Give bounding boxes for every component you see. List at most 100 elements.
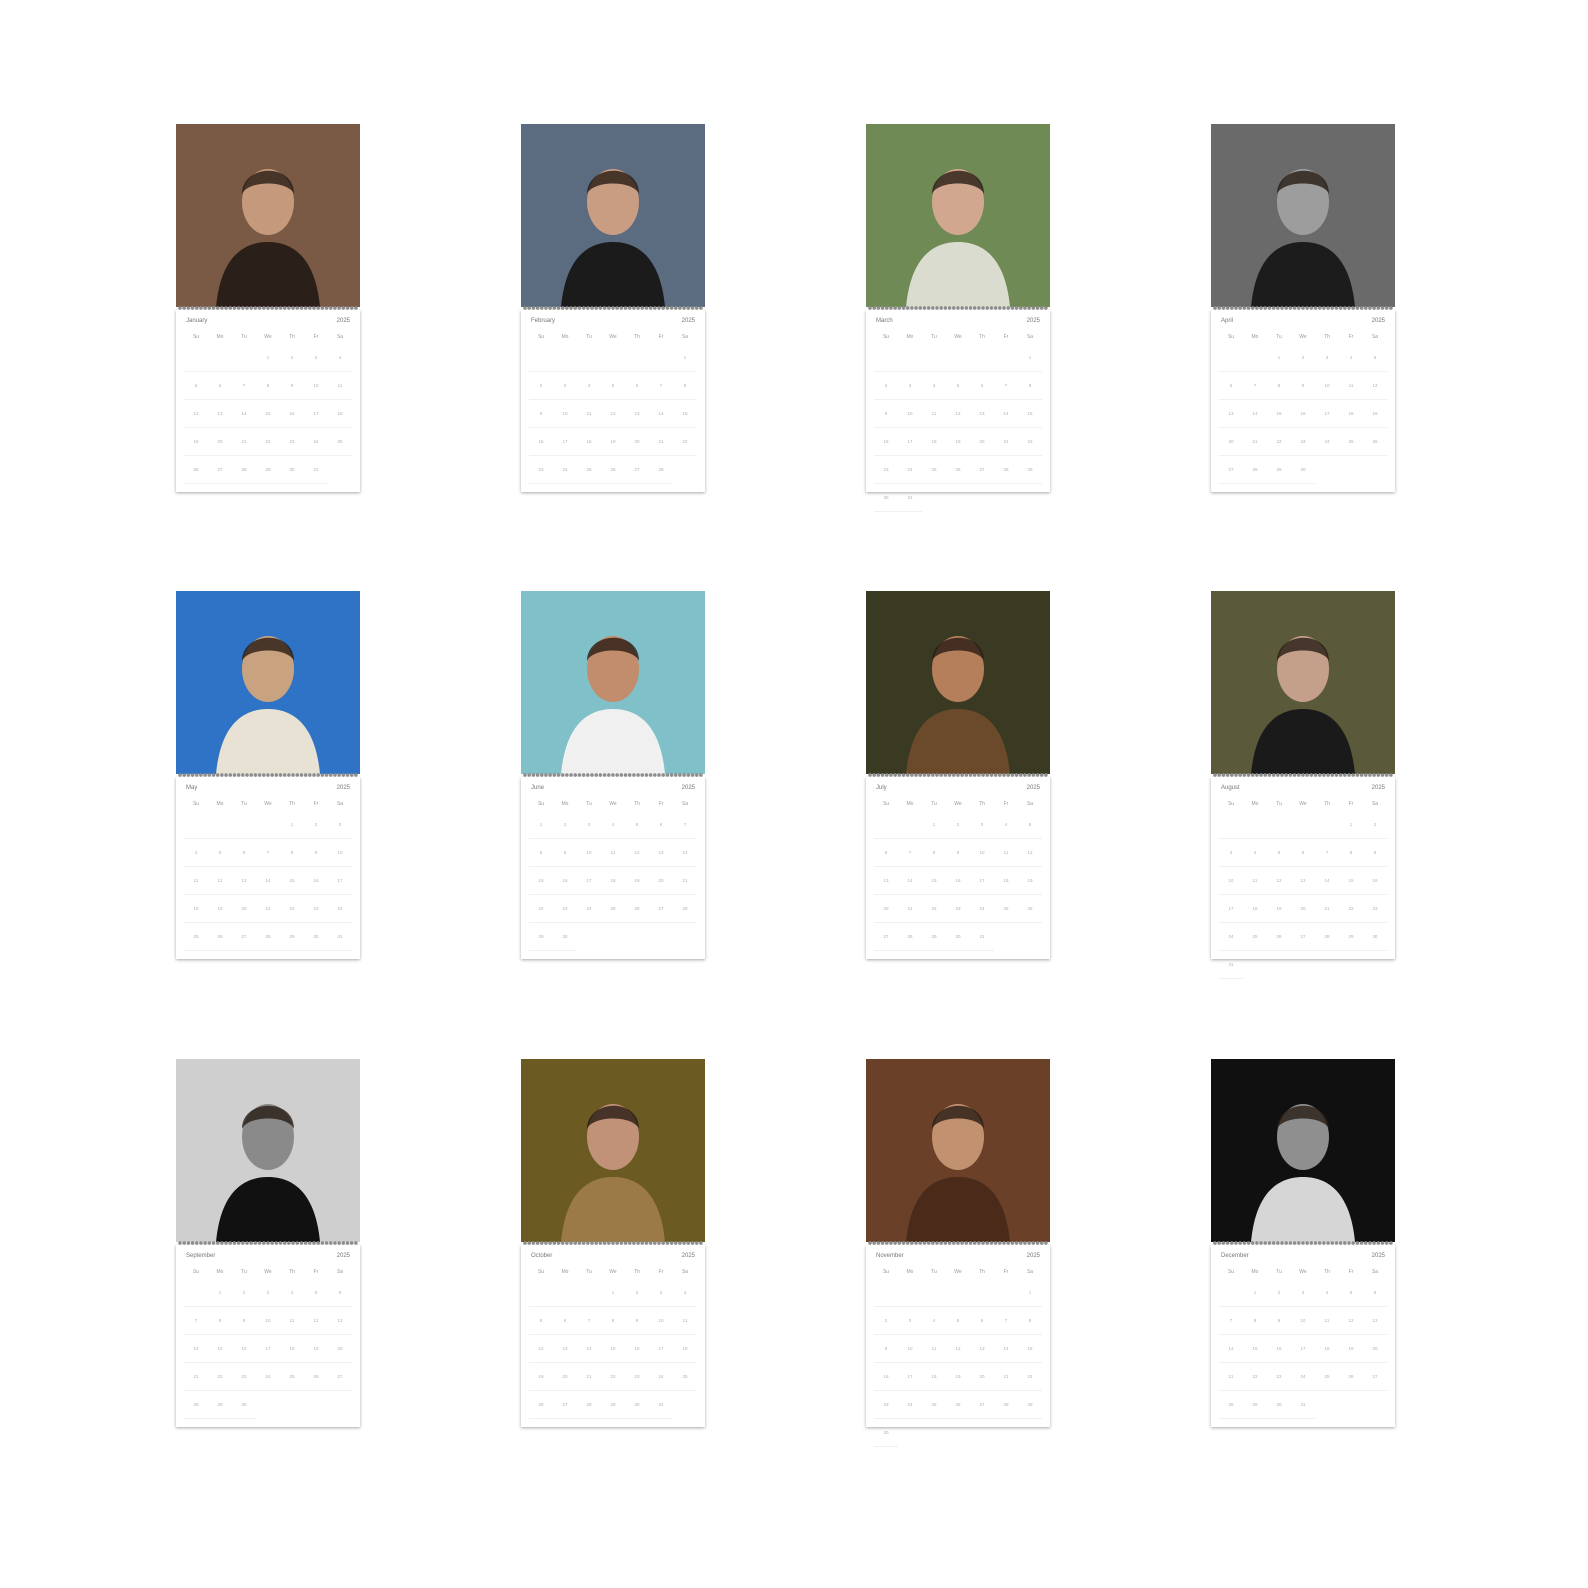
day-cell: 15 [1018,1335,1042,1363]
day-cell: 29 [922,923,946,951]
day-cell: 31 [649,1391,673,1419]
day-cell: 14 [994,400,1018,428]
weekday-label: Su [537,801,545,807]
month-name: February [531,318,556,324]
year-label: 2025 [1371,318,1385,324]
day-cell: 3 [1315,344,1339,372]
day-cell: 23 [874,1391,898,1419]
day-cell: 4 [1315,1279,1339,1307]
weekday-label: Mo [561,334,569,340]
day-cell: 25 [328,428,352,456]
day-cell: 15 [1243,1335,1267,1363]
blank-day [256,811,280,839]
weekday-label: Tu [1276,334,1282,340]
day-cell: 14 [994,1335,1018,1363]
weekday-label: Th [979,801,985,807]
day-cell: 16 [625,1335,649,1363]
day-cell: 26 [1363,428,1387,456]
day-cell: 30 [553,923,577,951]
day-cell: 26 [304,1363,328,1391]
day-cell: 28 [994,1391,1018,1419]
day-cell: 26 [529,1391,553,1419]
day-cell: 28 [184,1391,208,1419]
day-cell: 27 [553,1391,577,1419]
day-cell: 27 [970,456,994,484]
day-cell: 23 [553,895,577,923]
spiral-binding [1213,771,1393,779]
day-cell: 10 [304,372,328,400]
month-photo [176,591,360,774]
weekday-label: Sa [336,334,344,340]
day-cell: 1 [601,1279,625,1307]
weekday-label: Tu [1276,801,1282,807]
day-cell: 27 [1219,456,1243,484]
blank-day [184,811,208,839]
day-cell: 16 [1291,400,1315,428]
day-cell: 5 [1267,839,1291,867]
calendar-preview-grid: January 2025 Su Mo Tu We Th Fr Sa 1 2 3 4 5 6 7 8 9 10 11 12… [0,0,1588,1588]
day-cell: 8 [601,1307,625,1335]
blank-day [553,344,577,372]
day-cell: 3 [970,811,994,839]
blank-day [922,1279,946,1307]
day-cell: 16 [553,867,577,895]
month-name: November [876,1253,904,1259]
day-cell: 2 [280,344,304,372]
day-cell: 29 [1018,456,1042,484]
blank-day [232,344,256,372]
day-cell: 13 [1291,867,1315,895]
day-cell: 5 [1018,811,1042,839]
weekday-label: Tu [586,334,592,340]
day-cell: 19 [1363,400,1387,428]
day-cell: 3 [328,811,352,839]
day-cell: 8 [208,1307,232,1335]
weekday-label: Su [882,334,890,340]
blank-day [898,344,922,372]
weekday-label: Sa [681,801,689,807]
day-cell: 2 [304,811,328,839]
day-cell: 20 [625,428,649,456]
day-cell: 19 [601,428,625,456]
weekday-label: Sa [336,1269,344,1275]
month-name: March [876,318,893,324]
weekday-label: Th [289,334,295,340]
calendar-page-september: September 2025 Su Mo Tu We Th Fr Sa 1 2 3 4 5 6 7 8 9 10 11… [176,1059,360,1427]
calendar-sheet: August 2025 Su Mo Tu We Th Fr Sa 1 2 3 4 5 6 7 8 9 10 11 12 1… [1211,777,1395,979]
day-cell: 31 [970,923,994,951]
day-cell: 21 [994,428,1018,456]
day-cell: 11 [1339,372,1363,400]
day-cell: 22 [280,895,304,923]
day-cell: 21 [232,428,256,456]
calendar-page-july: July 2025 Su Mo Tu We Th Fr Sa 1 2 3 4 5 6 7 8 9 10 11 12 13 1… [866,591,1050,959]
day-cell: 28 [577,1391,601,1419]
spiral-binding [1213,304,1393,312]
day-cell: 13 [625,400,649,428]
spiral-binding [523,304,703,312]
weekday-label: Sa [336,801,344,807]
day-cell: 25 [577,456,601,484]
spiral-binding [178,1239,358,1247]
day-cell: 4 [673,1279,697,1307]
calendar-page-october: October 2025 Su Mo Tu We Th Fr Sa 1 2 3 4 5 6 7 8 9 10 11 12… [521,1059,705,1427]
day-cell: 22 [1267,428,1291,456]
day-cell: 11 [673,1307,697,1335]
day-cell: 13 [328,1307,352,1335]
day-cell: 15 [280,867,304,895]
day-cell: 12 [946,1335,970,1363]
day-cell: 4 [280,1279,304,1307]
month-grid: Su Mo Tu We Th Fr Sa 1 2 3 4 5 6 7 8 9 10 11 12 13 14 15 16 17 1… [184,330,352,484]
day-cell: 11 [1315,1307,1339,1335]
day-cell: 26 [1339,1363,1363,1391]
weekday-label: We [264,1269,272,1275]
weekday-label: Fr [658,334,664,340]
day-cell: 8 [529,839,553,867]
day-cell: 17 [1315,400,1339,428]
day-cell: 27 [1291,923,1315,951]
weekday-label: Th [979,1269,985,1275]
day-cell: 10 [1219,867,1243,895]
day-cell: 21 [673,867,697,895]
blank-day [898,811,922,839]
day-cell: 4 [601,811,625,839]
day-cell: 15 [208,1335,232,1363]
day-cell: 29 [208,1391,232,1419]
